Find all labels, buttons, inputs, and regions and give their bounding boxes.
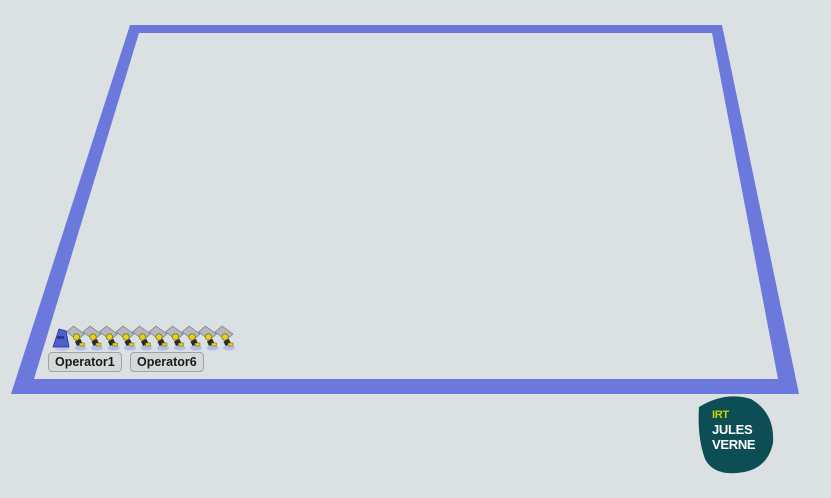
operator-figure[interactable] <box>99 325 120 351</box>
irt-jules-verne-logo: IRT JULES VERNE <box>695 393 775 475</box>
operator-figure[interactable] <box>165 325 186 351</box>
logo-text-jules: JULES <box>712 422 753 437</box>
logo-text-verne: VERNE <box>712 437 756 452</box>
work-zone-boundary[interactable] <box>11 25 799 394</box>
operator-figure[interactable] <box>115 325 136 351</box>
operator-figure[interactable] <box>198 325 219 351</box>
operator-label-6[interactable]: Operator6 <box>130 352 204 372</box>
operator-figure[interactable] <box>148 325 169 351</box>
operator-label-1[interactable]: Operator1 <box>48 352 122 372</box>
operator-group[interactable] <box>52 325 235 351</box>
logo-text-irt: IRT <box>712 409 729 421</box>
operator-figure[interactable] <box>214 325 235 351</box>
operator-figure[interactable] <box>66 325 87 351</box>
operator-figure[interactable] <box>132 325 153 351</box>
operator-figure[interactable] <box>181 325 202 351</box>
operator-figure[interactable] <box>82 325 103 351</box>
